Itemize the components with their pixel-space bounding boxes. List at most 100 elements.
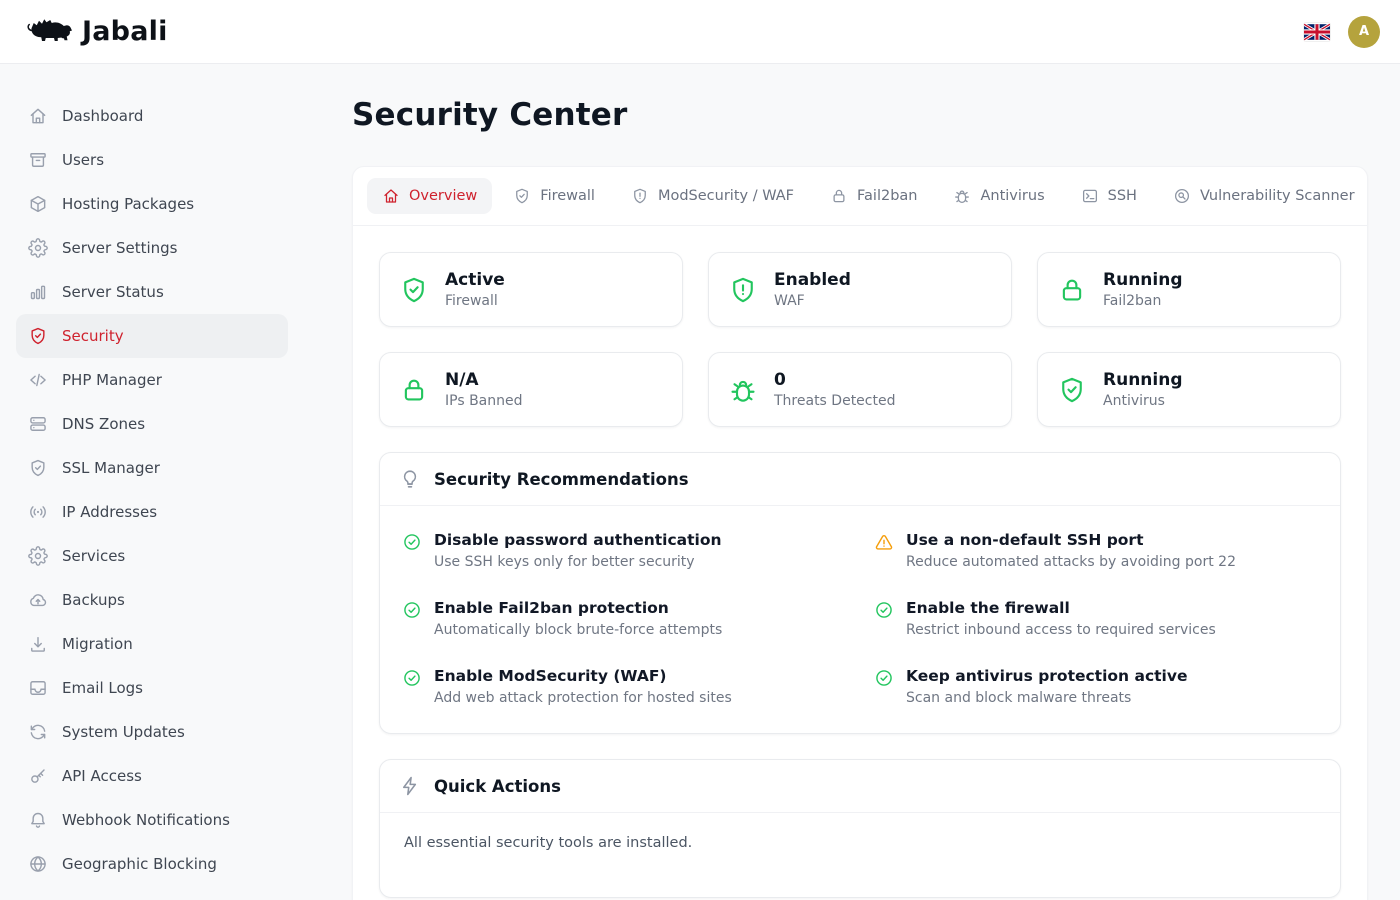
sidebar-item-geographic-blocking[interactable]: Geographic Blocking (16, 842, 288, 886)
home-icon (382, 187, 400, 205)
recommendation-item: Keep antivirus protection activeScan and… (874, 667, 1318, 706)
refresh-icon (28, 722, 48, 742)
gear-icon (28, 546, 48, 566)
recommendation-subtitle: Restrict inbound access to required serv… (906, 622, 1216, 638)
sidebar-item-system-updates[interactable]: System Updates (16, 710, 288, 754)
recommendation-subtitle: Add web attack protection for hosted sit… (434, 690, 732, 706)
sidebar-item-label: Dashboard (62, 107, 143, 125)
bug-icon (728, 375, 758, 405)
tab-vulnerability-scanner[interactable]: Vulnerability Scanner (1158, 178, 1370, 214)
sidebar-item-backups[interactable]: Backups (16, 578, 288, 622)
broadcast-icon (28, 502, 48, 522)
brand-name: Jabali (82, 16, 168, 47)
lock-icon (399, 375, 429, 405)
sidebar-item-security[interactable]: Security (16, 314, 288, 358)
check-circle-icon (402, 532, 422, 552)
section-title: Security Recommendations (434, 470, 689, 489)
sidebar-item-dashboard[interactable]: Dashboard (16, 94, 288, 138)
lightbulb-icon (399, 468, 421, 490)
shield-check-icon (513, 187, 531, 205)
sidebar-item-ip-addresses[interactable]: IP Addresses (16, 490, 288, 534)
recommendation-title: Enable Fail2ban protection (434, 599, 722, 617)
status-card-firewall: ActiveFirewall (379, 252, 683, 327)
sidebar-item-label: Security (62, 327, 124, 345)
boar-icon (24, 15, 72, 49)
tab-ssh[interactable]: SSH (1066, 178, 1152, 214)
recommendation-item: Enable Fail2ban protectionAutomatically … (402, 599, 846, 638)
sidebar-item-api-access[interactable]: API Access (16, 754, 288, 798)
sidebar-item-ssl-manager[interactable]: SSL Manager (16, 446, 288, 490)
bell-icon (28, 810, 48, 830)
sidebar-item-webhook-notifications[interactable]: Webhook Notifications (16, 798, 288, 842)
status-value: Running (1103, 270, 1183, 290)
recommendation-list: Disable password authenticationUse SSH k… (380, 506, 1340, 733)
sidebar-item-label: SSL Manager (62, 459, 160, 477)
lightning-icon (399, 775, 421, 797)
status-card-waf: EnabledWAF (708, 252, 1012, 327)
status-card-ips-banned: N/AIPs Banned (379, 352, 683, 427)
sidebar-item-server-status[interactable]: Server Status (16, 270, 288, 314)
warning-triangle-icon (874, 532, 894, 552)
tab-firewall[interactable]: Firewall (498, 178, 610, 214)
shield-check-icon (1057, 375, 1087, 405)
sidebar-item-label: DNS Zones (62, 415, 145, 433)
tab-label: Antivirus (980, 188, 1044, 204)
security-panel: Overview Firewall ModSecurity / WAF Fail… (352, 166, 1368, 900)
bug-icon (953, 187, 971, 205)
lock-icon (830, 187, 848, 205)
sidebar-item-migration[interactable]: Migration (16, 622, 288, 666)
brand[interactable]: Jabali (24, 15, 168, 49)
tab-label: Fail2ban (857, 188, 917, 204)
tab-fail2ban[interactable]: Fail2ban (815, 178, 932, 214)
code-icon (28, 370, 48, 390)
recommendation-item: Enable ModSecurity (WAF)Add web attack p… (402, 667, 846, 706)
sidebar-item-label: Services (62, 547, 125, 565)
sidebar-item-label: System Updates (62, 723, 185, 741)
inbox-icon (28, 678, 48, 698)
tab-modsecurity-waf[interactable]: ModSecurity / WAF (616, 178, 809, 214)
check-circle-icon (874, 600, 894, 620)
sidebar-item-services[interactable]: Services (16, 534, 288, 578)
status-card-fail2ban: RunningFail2ban (1037, 252, 1341, 327)
archive-icon (28, 150, 48, 170)
sidebar-item-users[interactable]: Users (16, 138, 288, 182)
globe-icon (28, 854, 48, 874)
gear-icon (28, 238, 48, 258)
sidebar-item-email-logs[interactable]: Email Logs (16, 666, 288, 710)
recommendation-title: Use a non-default SSH port (906, 531, 1236, 549)
tab-label: Firewall (540, 188, 595, 204)
status-card-grid: ActiveFirewall EnabledWAF RunningFail2ba… (379, 252, 1341, 427)
uk-flag-icon[interactable] (1304, 23, 1330, 41)
recommendation-subtitle: Use SSH keys only for better security (434, 554, 722, 570)
quick-actions-card: Quick Actions All essential security too… (379, 759, 1341, 898)
cube-icon (28, 194, 48, 214)
section-title: Quick Actions (434, 777, 561, 796)
section-header: Security Recommendations (380, 453, 1340, 506)
security-tabs: Overview Firewall ModSecurity / WAF Fail… (353, 167, 1367, 226)
recommendation-item: Disable password authenticationUse SSH k… (402, 531, 846, 570)
bar-chart-icon (28, 282, 48, 302)
sidebar-item-server-settings[interactable]: Server Settings (16, 226, 288, 270)
sidebar-item-php-manager[interactable]: PHP Manager (16, 358, 288, 402)
tab-antivirus[interactable]: Antivirus (938, 178, 1059, 214)
status-card-threats: 0Threats Detected (708, 352, 1012, 427)
sidebar-item-label: PHP Manager (62, 371, 162, 389)
check-circle-icon (402, 668, 422, 688)
status-value: Active (445, 270, 505, 290)
recommendation-subtitle: Reduce automated attacks by avoiding por… (906, 554, 1236, 570)
sidebar-item-label: Users (62, 151, 104, 169)
user-avatar[interactable]: A (1348, 16, 1380, 48)
download-icon (28, 634, 48, 654)
status-label: Threats Detected (774, 393, 895, 409)
sidebar-item-label: API Access (62, 767, 142, 785)
sidebar-item-label: Hosting Packages (62, 195, 194, 213)
shield-check-icon (28, 326, 48, 346)
sidebar-item-hosting-packages[interactable]: Hosting Packages (16, 182, 288, 226)
sidebar-item-label: IP Addresses (62, 503, 157, 521)
home-icon (28, 106, 48, 126)
tab-overview[interactable]: Overview (367, 178, 492, 214)
recommendation-item: Enable the firewallRestrict inbound acce… (874, 599, 1318, 638)
quick-actions-message: All essential security tools are install… (380, 813, 1340, 897)
sidebar-item-dns-zones[interactable]: DNS Zones (16, 402, 288, 446)
search-circle-icon (1173, 187, 1191, 205)
